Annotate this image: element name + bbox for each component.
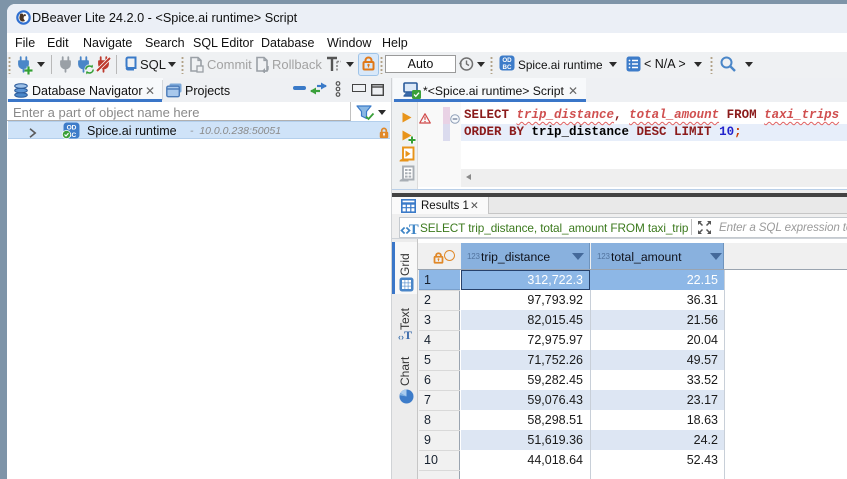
svg-text:OD: OD (502, 57, 512, 64)
svg-text:BC: BC (503, 64, 512, 71)
svg-text:T: T (409, 222, 419, 237)
